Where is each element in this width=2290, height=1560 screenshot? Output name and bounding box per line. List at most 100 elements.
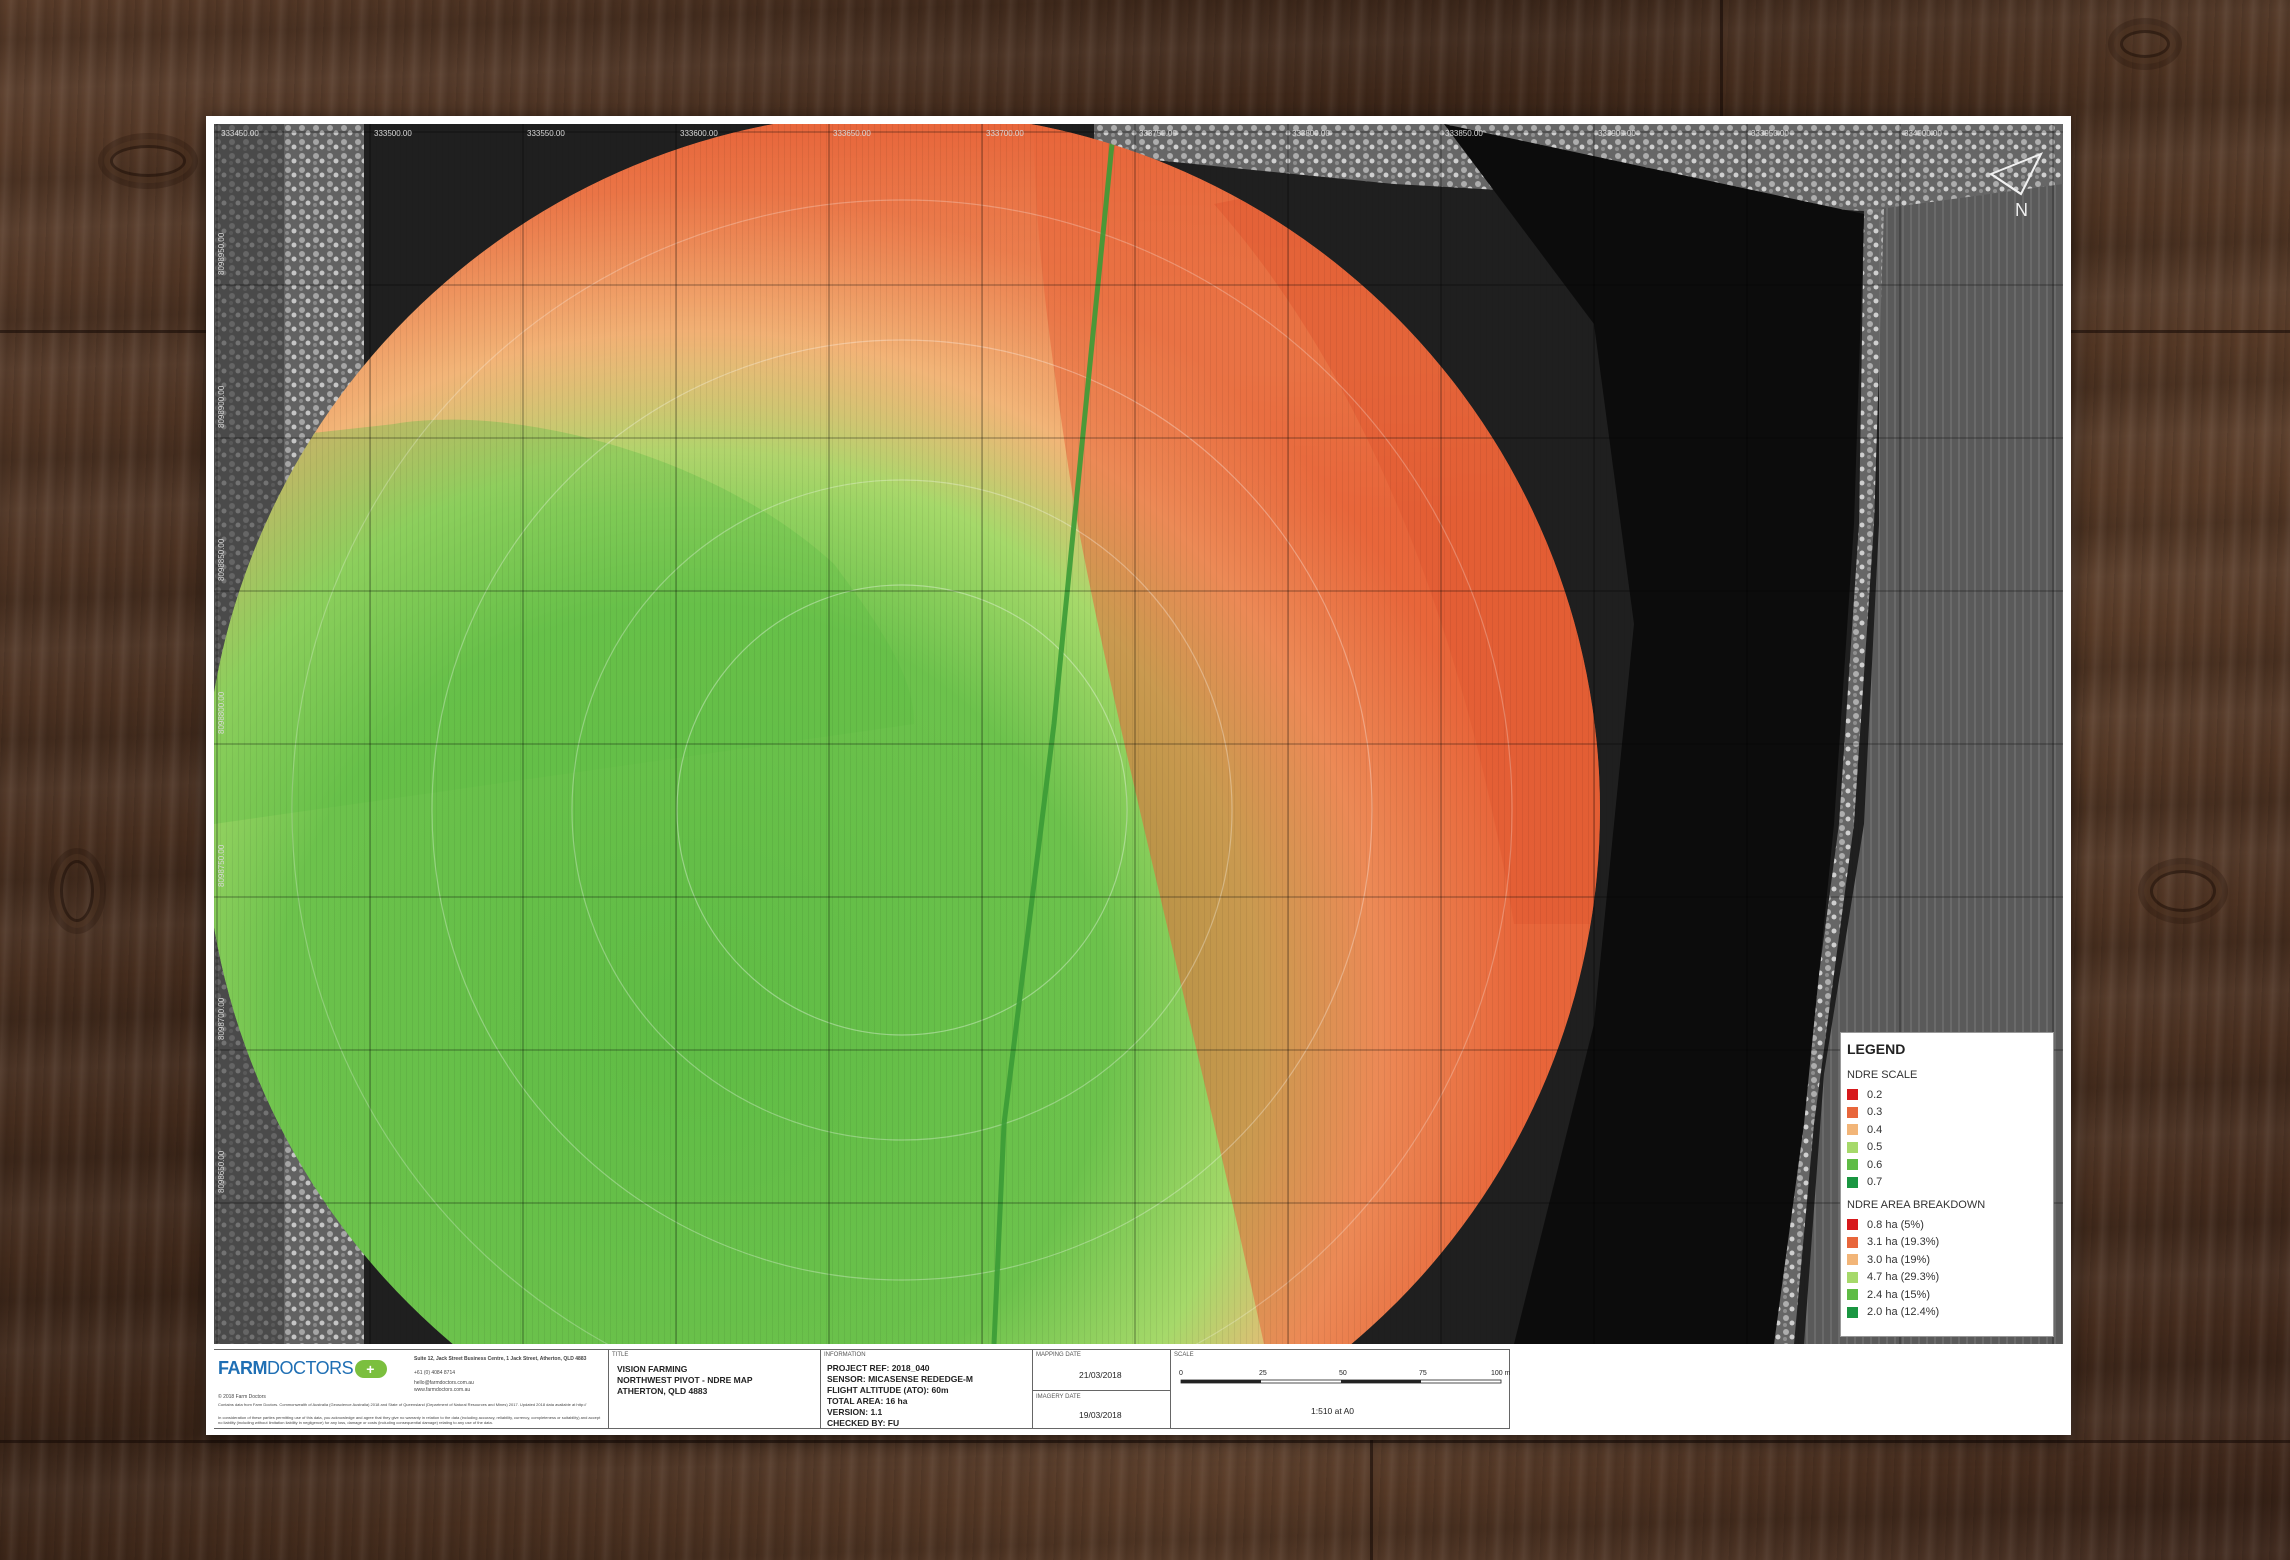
disclaimer-liability: In consideration of these parties permit… — [218, 1415, 601, 1425]
legend-swatch — [1847, 1141, 1858, 1153]
legend-label: 3.0 ha (19%) — [1867, 1253, 1930, 1266]
north-arrow-icon: N — [1988, 152, 2044, 220]
legend-area-item: 0.8 ha (5%) — [1847, 1216, 2047, 1234]
legend-scale-item: 0.5 — [1847, 1139, 2047, 1157]
legend-area-item: 2.0 ha (12.4%) — [1847, 1304, 2047, 1322]
phone: +61 (0) 4084 8714 — [414, 1370, 456, 1376]
title-lines: VISION FARMING NORTHWEST PIVOT - NDRE MAP… — [617, 1364, 753, 1397]
legend-area-item: 2.4 ha (15%) — [1847, 1286, 2047, 1304]
legend-label: 0.7 — [1867, 1176, 1883, 1189]
coordinate-label-left: 8098800.00 — [217, 691, 226, 734]
information-line: TOTAL AREA: 16 ha — [827, 1396, 908, 1406]
coordinate-label-left: 8098650.00 — [217, 1150, 226, 1193]
dates-cell: MAPPING DATE 21/03/2018 IMAGERY DATE 19/… — [1032, 1349, 1171, 1429]
legend-scale-item: 0.3 — [1847, 1104, 2047, 1122]
legend-scale-title: NDRE SCALE — [1847, 1069, 1918, 1081]
farm-doctors-logo: FARM DOCTORS + — [218, 1358, 388, 1379]
legend-scale-item: 0.6 — [1847, 1156, 2047, 1174]
legend-swatch — [1847, 1271, 1858, 1283]
legend-label: 0.8 ha (5%) — [1867, 1218, 1924, 1231]
legend-area-item: 3.1 ha (19.3%) — [1847, 1234, 2047, 1252]
scale-tick-label: 75 — [1419, 1370, 1427, 1377]
wood-knot — [2120, 30, 2170, 58]
title-block: FARM DOCTORS + Suite 12, Jack Street Bus… — [214, 1349, 2063, 1429]
coordinate-label-top: 333850.00 — [1445, 129, 1483, 138]
legend-label: 0.4 — [1867, 1123, 1883, 1136]
legend-swatch — [1847, 1176, 1858, 1188]
scale-cell: SCALE 0 25 50 75 100 m 1:510 at A0 — [1170, 1349, 1511, 1429]
wood-knot — [2150, 870, 2216, 912]
coordinate-label-top: 334000.00 — [1904, 129, 1942, 138]
coordinate-label-top: 333750.00 — [1139, 129, 1177, 138]
legend-label: 4.7 ha (29.3%) — [1867, 1271, 1940, 1284]
logo-cell: FARM DOCTORS + Suite 12, Jack Street Bus… — [214, 1349, 608, 1429]
plank-seam — [1370, 1440, 1373, 1560]
scale-tick-label: 50 — [1339, 1370, 1347, 1377]
copyright: © 2018 Farm Doctors — [218, 1394, 266, 1400]
coordinate-label-left: 8098950.00 — [217, 232, 226, 275]
legend-label: 3.1 ha (19.3%) — [1867, 1236, 1940, 1249]
legend-swatch — [1847, 1236, 1858, 1248]
map-frame[interactable]: 333450.00 333500.00 333550.00 333600.00 3336… — [214, 124, 2063, 1344]
title-line: ATHERTON, QLD 4883 — [617, 1386, 708, 1396]
coordinate-label-top: 333700.00 — [986, 129, 1024, 138]
information-heading: INFORMATION — [824, 1352, 866, 1358]
logo-farm: FARM — [218, 1358, 268, 1378]
information-line: FLIGHT ALTITUDE (ATO): 60m — [827, 1385, 949, 1395]
wood-knot — [110, 145, 186, 177]
legend-title: LEGEND — [1847, 1041, 1906, 1057]
coordinate-label-left: 8098850.00 — [217, 538, 226, 581]
scale-tick-label: 100 m — [1491, 1370, 1511, 1377]
legend-swatch — [1847, 1124, 1858, 1136]
information-line: VERSION: 1.1 — [827, 1407, 883, 1417]
map-poster: 333450.00 333500.00 333550.00 333600.00 3336… — [206, 116, 2071, 1435]
mapping-date-heading: MAPPING DATE — [1036, 1352, 1081, 1358]
legend-swatch — [1847, 1089, 1858, 1101]
plank-seam — [0, 1440, 2290, 1443]
legend-swatch — [1847, 1306, 1858, 1318]
north-label: N — [2015, 200, 2028, 220]
coordinate-label-top: 333900.00 — [1598, 129, 1636, 138]
coordinate-label-top: 333950.00 — [1751, 129, 1789, 138]
coordinate-label-top: 333450.00 — [221, 129, 259, 138]
legend-area-title: NDRE AREA BREAKDOWN — [1847, 1199, 1986, 1211]
disclaimer-data: Contains data from Farm Doctors. Commonw… — [218, 1402, 587, 1407]
scale-heading: SCALE — [1174, 1352, 1194, 1358]
legend-swatch — [1847, 1254, 1858, 1266]
information-cell: INFORMATION PROJECT REF: 2018_040 SENSOR:… — [820, 1349, 1032, 1429]
legend-swatch — [1847, 1159, 1858, 1171]
legend-label: 0.5 — [1867, 1141, 1883, 1154]
coordinate-label-left: 8098700.00 — [217, 997, 226, 1040]
imagery-date: 19/03/2018 — [1079, 1410, 1122, 1420]
plank-seam — [1720, 0, 1723, 116]
mapping-date: 21/03/2018 — [1079, 1370, 1122, 1380]
wood-knot — [60, 860, 94, 922]
legend-panel: LEGEND NDRE SCALE 0.2 0.3 0.4 0.5 0.6 0.7 NDR… — [1840, 1032, 2054, 1337]
title-cell: TITLE VISION FARMING NORTHWEST PIVOT - ND… — [608, 1349, 820, 1429]
legend-swatch — [1847, 1289, 1858, 1301]
coordinate-label-left: 8098750.00 — [217, 844, 226, 887]
legend-label: 2.0 ha (12.4%) — [1867, 1306, 1940, 1319]
legend-scale-item: 0.7 — [1847, 1174, 2047, 1192]
legend-area-list: 0.8 ha (5%) 3.1 ha (19.3%) 3.0 ha (19%) 4.7… — [1847, 1216, 2047, 1321]
information-line: CHECKED BY: FU — [827, 1418, 900, 1428]
ndre-map[interactable]: 333450.00 333500.00 333550.00 333600.00 3336… — [214, 124, 2063, 1344]
coordinate-label-top: 333600.00 — [680, 129, 718, 138]
coordinate-label-top: 333650.00 — [833, 129, 871, 138]
scale-tick-label: 0 — [1179, 1370, 1183, 1377]
information-line: SENSOR: MICASENSE REDEDGE-M — [827, 1374, 973, 1384]
website: www.farmdoctors.com.au — [414, 1387, 471, 1393]
title-line: VISION FARMING — [617, 1364, 688, 1374]
address: Suite 12, Jack Street Business Centre, 1… — [414, 1356, 587, 1362]
legend-scale-item: 0.4 — [1847, 1121, 2047, 1139]
title-heading: TITLE — [612, 1352, 629, 1358]
information-line: PROJECT REF: 2018_040 — [827, 1363, 930, 1373]
legend-scale-item: 0.2 — [1847, 1086, 2047, 1104]
legend-label: 2.4 ha (15%) — [1867, 1288, 1930, 1301]
legend-swatch — [1847, 1106, 1858, 1118]
scale-bar: 0 25 50 75 100 m — [1179, 1370, 1511, 1384]
coordinate-label-left: 8098900.00 — [217, 385, 226, 428]
legend-label: 0.2 — [1867, 1088, 1883, 1101]
coordinate-label-top: 333500.00 — [374, 129, 412, 138]
legend-label: 0.3 — [1867, 1106, 1883, 1119]
